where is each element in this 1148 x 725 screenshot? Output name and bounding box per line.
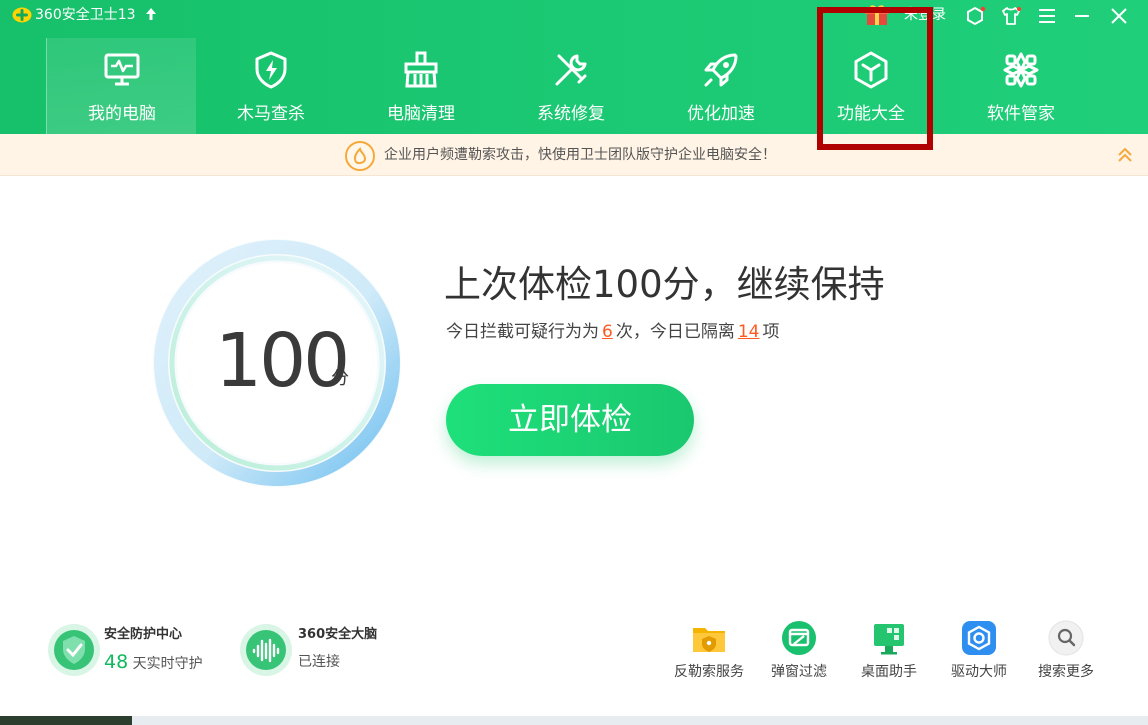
blocked-count-link[interactable]: 6 xyxy=(599,322,616,342)
collapse-chevron-icon[interactable] xyxy=(1116,146,1134,164)
nav-label: 电脑清理 xyxy=(387,104,455,124)
brain-status: 已连接 xyxy=(298,654,340,670)
top-banner: 360安全卫士13 未登录 我的电脑 木马查杀 电脑清理 系统修复 优化加速 功… xyxy=(0,0,1148,134)
protection-days-count: 48 xyxy=(104,651,129,673)
notice-bar: 企业用户频遭勒索攻击，快使用卫士团队版守护企业电脑安全！ xyxy=(0,134,1148,176)
nav-speedup[interactable]: 优化加速 xyxy=(646,38,796,134)
tool-label: 驱动大师 xyxy=(951,664,1007,680)
menu-icon[interactable] xyxy=(1036,5,1058,27)
tool-label: 桌面助手 xyxy=(861,664,917,680)
tool-popup-filter[interactable]: 弹窗过滤 xyxy=(754,618,844,688)
app-title: 360安全卫士13 xyxy=(35,7,136,23)
summary-prefix: 今日拦截可疑行为为 xyxy=(446,322,599,342)
nav-label: 软件管家 xyxy=(987,104,1055,124)
tool-anti-ransom[interactable]: 反勒索服务 xyxy=(664,618,754,688)
monitor-icon xyxy=(104,53,140,86)
notice-badge-icon xyxy=(345,141,375,171)
shirt-icon[interactable] xyxy=(1000,5,1022,27)
search-icon xyxy=(1048,620,1084,656)
main-nav: 我的电脑 木马查杀 电脑清理 系统修复 优化加速 功能大全 软件管家 xyxy=(46,38,1146,134)
cube-icon xyxy=(854,51,888,89)
brain-wave-icon xyxy=(240,624,292,676)
protection-days-suffix: 天实时守护 xyxy=(132,656,203,672)
tool-label: 弹窗过滤 xyxy=(771,664,827,680)
nav-label: 我的电脑 xyxy=(88,104,156,124)
nav-trojan-scan[interactable]: 木马查杀 xyxy=(196,38,346,134)
app-logo-icon xyxy=(12,7,32,23)
broom-icon xyxy=(404,51,438,88)
login-link[interactable]: 未登录 xyxy=(904,6,946,24)
status-summary: 今日拦截可疑行为为 6 次，今日已隔离 14 项 xyxy=(446,321,779,343)
summary-suffix: 项 xyxy=(762,322,780,342)
tool-driver-master[interactable]: 驱动大师 xyxy=(934,618,1024,688)
start-checkup-button[interactable]: 立即体检 xyxy=(446,384,694,456)
protection-shield-icon xyxy=(48,624,100,676)
close-icon[interactable] xyxy=(1108,5,1130,27)
desktop-helper-icon xyxy=(874,624,904,655)
background-window-strip xyxy=(132,716,1148,725)
nav-system-repair[interactable]: 系统修复 xyxy=(496,38,646,134)
protection-title: 安全防护中心 xyxy=(104,627,183,642)
skin-icon[interactable] xyxy=(964,5,986,27)
nav-software-manager[interactable]: 软件管家 xyxy=(946,38,1096,134)
nav-my-computer[interactable]: 我的电脑 xyxy=(46,38,196,134)
tool-label: 搜索更多 xyxy=(1038,664,1094,680)
nav-all-features[interactable]: 功能大全 xyxy=(796,38,946,134)
nav-label: 优化加速 xyxy=(687,104,755,124)
upgrade-arrow-icon[interactable] xyxy=(145,7,157,21)
popup-block-icon xyxy=(782,621,816,655)
nav-label: 木马查杀 xyxy=(237,104,305,124)
tool-search-more[interactable]: 搜索更多 xyxy=(1021,618,1111,688)
wrench-screwdriver-icon xyxy=(555,54,587,86)
gift-icon[interactable] xyxy=(862,4,892,26)
protection-center[interactable]: 安全防护中心 48 天实时守护 xyxy=(46,620,226,684)
tool-label: 反勒索服务 xyxy=(674,664,744,680)
minimize-icon[interactable] xyxy=(1071,5,1093,27)
folder-shield-icon xyxy=(693,628,725,652)
tool-desktop-helper[interactable]: 桌面助手 xyxy=(844,618,934,688)
summary-mid: 次，今日已隔离 xyxy=(615,322,735,342)
apps-icon xyxy=(1003,52,1039,88)
nav-cleanup[interactable]: 电脑清理 xyxy=(346,38,496,134)
app-window: 360安全卫士13 未登录 我的电脑 木马查杀 电脑清理 系统修复 优化加速 功… xyxy=(0,0,1148,716)
notice-text[interactable]: 企业用户频遭勒索攻击，快使用卫士团队版守护企业电脑安全！ xyxy=(384,146,776,164)
score-unit: 分 xyxy=(331,368,349,389)
security-brain[interactable]: 360安全大脑 已连接 xyxy=(240,620,400,684)
nav-label: 功能大全 xyxy=(837,104,905,124)
protection-days: 48 天实时守护 xyxy=(104,651,203,675)
driver-icon xyxy=(962,621,996,655)
brain-title: 360安全大脑 xyxy=(298,627,378,642)
rocket-icon xyxy=(704,53,738,87)
score-value: 100 xyxy=(215,318,350,404)
quarantine-count-link[interactable]: 14 xyxy=(735,322,763,342)
status-headline: 上次体检100分，继续保持 xyxy=(444,263,885,306)
nav-label: 系统修复 xyxy=(537,104,605,124)
shield-bolt-icon xyxy=(255,51,287,89)
title-bar: 360安全卫士13 未登录 xyxy=(0,0,1148,32)
